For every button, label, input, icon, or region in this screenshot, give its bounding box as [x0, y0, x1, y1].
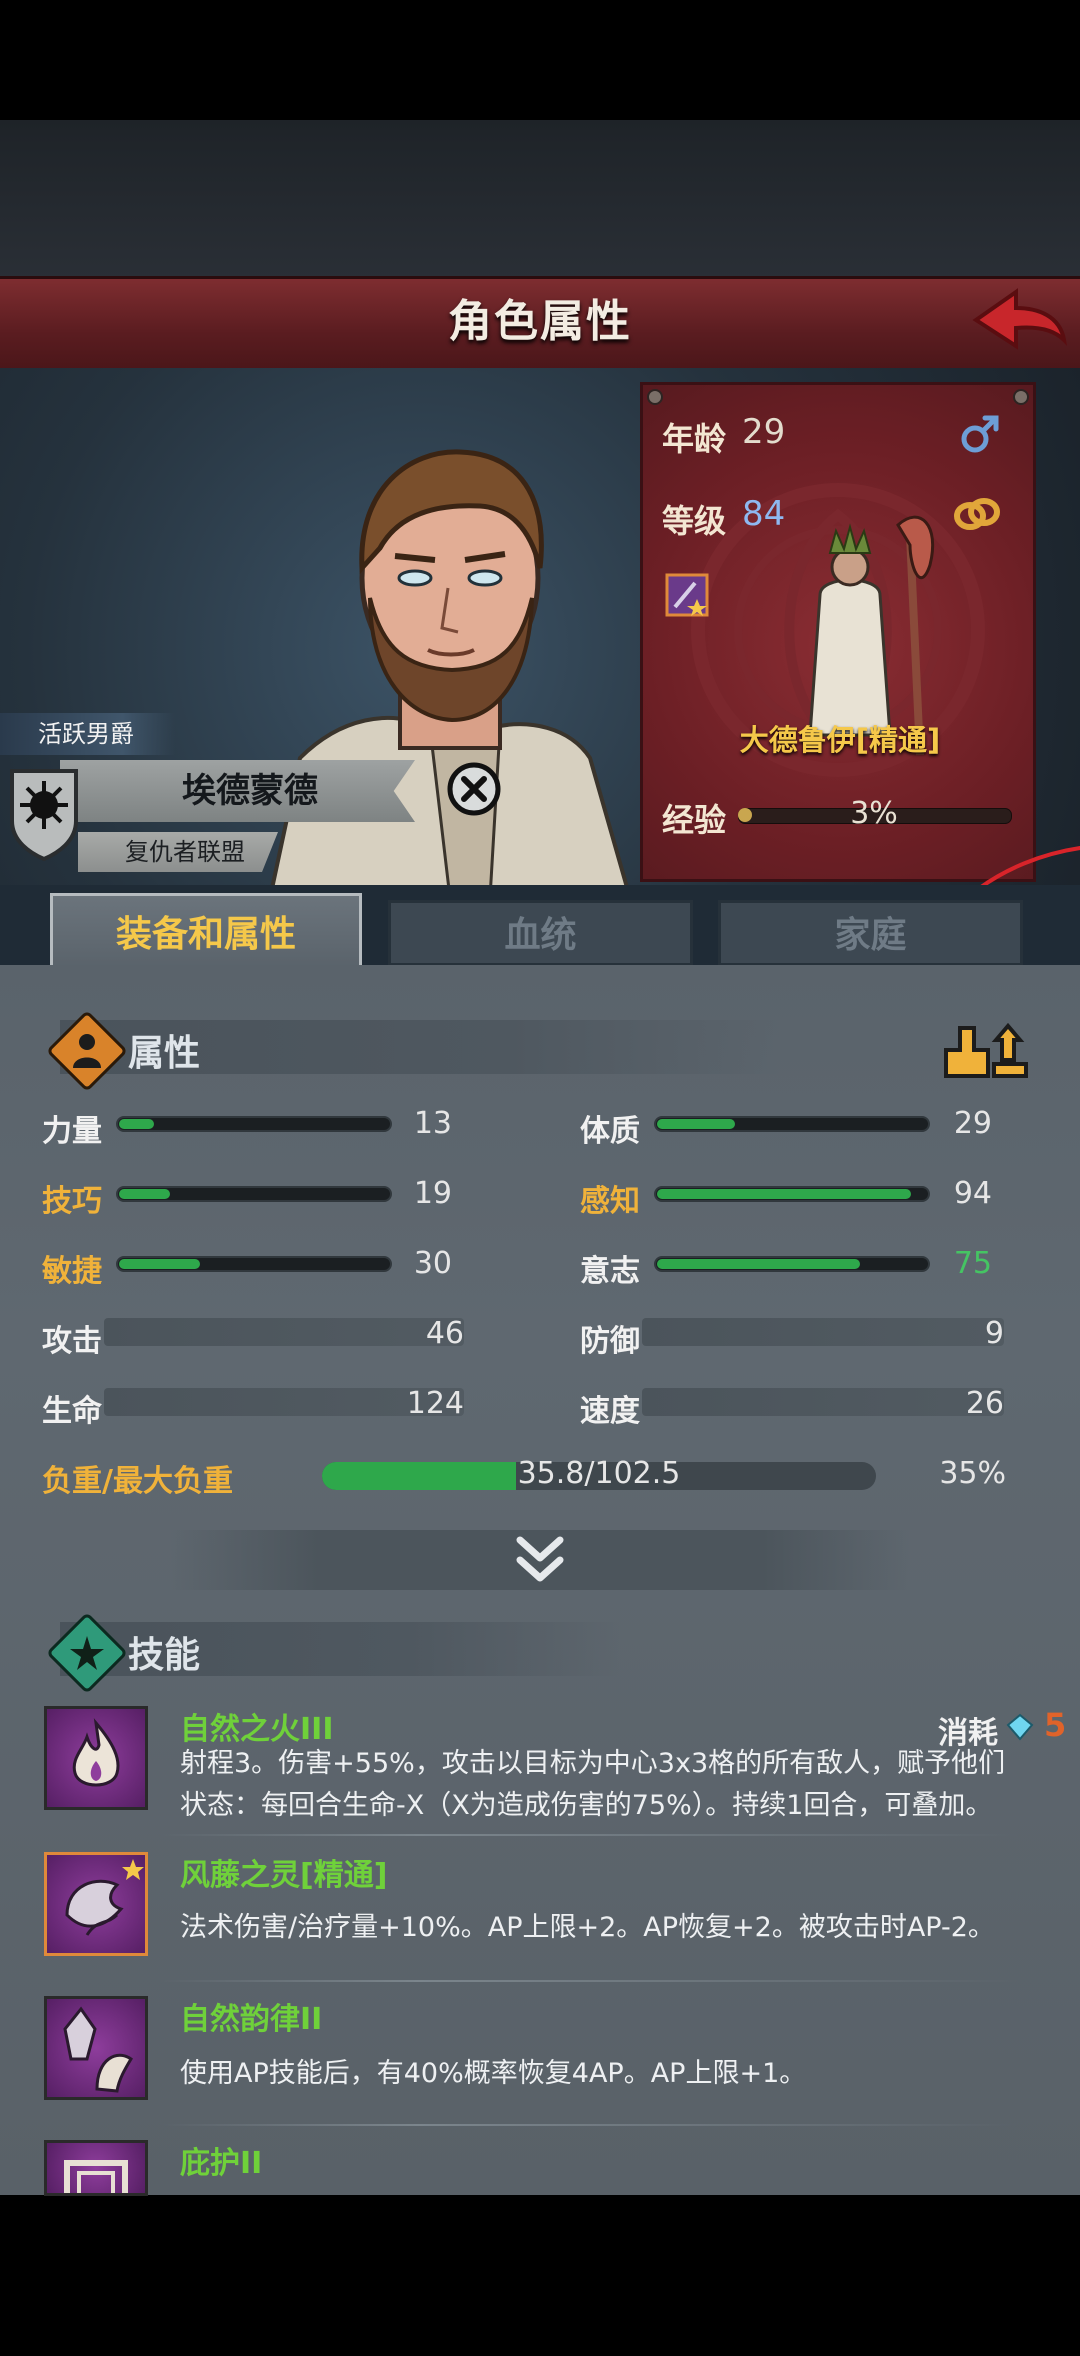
defense-label: 防御: [580, 1324, 640, 1359]
skill-icon-nature-rhythm[interactable]: [44, 1996, 148, 2100]
stat-value-strength: 13: [413, 1106, 452, 1141]
skill-name: 庇护II: [180, 2146, 263, 2181]
skill-name: 自然之火III: [180, 1712, 334, 1747]
skill-divider: [160, 2124, 1020, 2126]
skills-title: 技能: [128, 1635, 201, 1676]
skill-divider: [160, 1834, 1020, 1836]
load-label: 负重/最大负重: [42, 1464, 233, 1499]
stat-label-constitution: 体质: [580, 1114, 640, 1149]
stat-fill-constitution: [657, 1119, 735, 1129]
stat-fill-skill: [119, 1189, 170, 1199]
stat-bar-strength: [116, 1116, 392, 1132]
stat-label-perception: 感知: [580, 1184, 640, 1219]
class-name: 大德鲁伊[精通]: [739, 723, 941, 757]
stat-value-agility: 30: [413, 1246, 452, 1281]
load-percent: 35%: [939, 1456, 1006, 1491]
skill-desc: 使用AP技能后，有40%概率恢复4AP。AP上限+1。: [180, 2058, 807, 2089]
rivet: [647, 389, 663, 405]
speed-value: 26: [965, 1386, 1004, 1421]
skill-name: 自然韵律II: [180, 2002, 323, 2037]
skill-icon-shelter[interactable]: [44, 2140, 148, 2196]
stat-fill-perception: [657, 1189, 911, 1199]
stat-value-skill: 19: [413, 1176, 452, 1211]
hp-label: 生命: [42, 1394, 102, 1429]
defense-value: 9: [984, 1316, 1004, 1351]
skill-desc: 射程3。伤害+55%，攻击以目标为中心3x3格的所有敌人，赋予他们: [180, 1748, 1006, 1779]
stat-fill-will: [657, 1259, 860, 1269]
close-icon[interactable]: [446, 761, 502, 817]
stat-label-strength: 力量: [42, 1114, 102, 1149]
crystal-icon: [63, 2006, 133, 2093]
ring-icon[interactable]: [952, 494, 1002, 534]
stat-value-constitution: 29: [953, 1106, 992, 1141]
stat-value-perception: 94: [953, 1176, 992, 1211]
age-value: 29: [742, 412, 786, 452]
stat-label-agility: 敏捷: [42, 1254, 102, 1289]
attack-label: 攻击: [42, 1324, 102, 1359]
upper-background: [0, 120, 1080, 280]
level-label: 等级: [662, 502, 727, 540]
tab-bloodline[interactable]: 血统: [388, 900, 693, 966]
tab-family[interactable]: 家庭: [718, 900, 1023, 966]
upgrade-icon[interactable]: [940, 1020, 1032, 1080]
rivet: [1013, 389, 1029, 405]
page-title: 角色属性: [448, 296, 632, 347]
attributes-title: 属性: [128, 1033, 201, 1074]
tab-equipment[interactable]: 装备和属性: [50, 893, 362, 971]
speed-label: 速度: [580, 1394, 640, 1429]
skill-divider: [160, 1980, 1020, 1982]
noble-title: 活跃男爵: [0, 713, 175, 755]
chevron-down-icon[interactable]: [512, 1534, 568, 1586]
stat-value-will: 75: [953, 1246, 992, 1281]
stat-label-will: 意志: [580, 1254, 640, 1289]
age-label: 年龄: [662, 420, 727, 458]
stat-fill-agility: [119, 1259, 200, 1269]
faction-name: 复仇者联盟: [125, 838, 245, 866]
class-badge-icon[interactable]: [665, 573, 709, 617]
load-value: 35.8/102.5: [517, 1456, 681, 1491]
skill-desc: 状态：每回合生命-X（X为造成伤害的75%）。持续1回合，可叠加。: [180, 1790, 993, 1821]
person-icon: [73, 1034, 101, 1068]
male-icon: [961, 415, 999, 453]
consume-value: 5: [1044, 1706, 1067, 1744]
hp-value: 124: [406, 1386, 464, 1421]
stat-fill-strength: [119, 1119, 154, 1129]
skill-icon-nature-fire[interactable]: [44, 1706, 148, 1810]
status-area: [0, 0, 1080, 120]
stat-label-skill: 技巧: [42, 1184, 102, 1219]
bottom-bar: [0, 2196, 1080, 2356]
exp-percent: 3%: [850, 796, 898, 831]
skill-icon-wind-vine[interactable]: [44, 1852, 148, 1956]
shield-skill-icon: [64, 2160, 128, 2193]
back-button[interactable]: [968, 286, 1068, 358]
skill-desc: 法术伤害/治疗量+10%。AP上限+2。AP恢复+2。被攻击时AP-2。: [180, 1912, 995, 1943]
character-name: 埃德蒙德: [182, 771, 318, 811]
shield-icon: [10, 769, 78, 861]
flame-icon: [72, 1718, 120, 1787]
spirit-icon: [65, 1859, 144, 1936]
diamond-icon: [1006, 1713, 1034, 1741]
attack-value: 46: [425, 1316, 464, 1351]
skill-name: 风藤之灵[精通]: [180, 1858, 388, 1893]
star-icon: [70, 1636, 104, 1670]
exp-label: 经验: [662, 801, 727, 839]
